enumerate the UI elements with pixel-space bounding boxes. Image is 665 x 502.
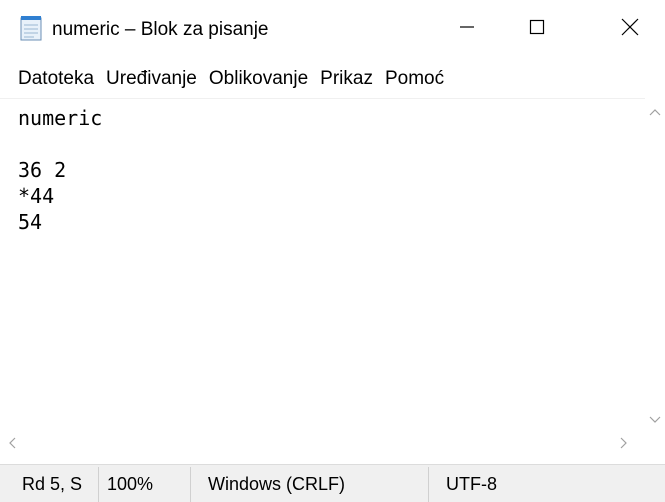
scroll-right-button[interactable] [614, 434, 634, 456]
menu-item-format[interactable]: Oblikovanje [203, 67, 314, 91]
status-bar: Rd 5, S 100% Windows (CRLF) UTF-8 [0, 464, 665, 502]
scroll-left-button[interactable] [2, 434, 22, 456]
chevron-left-icon [8, 436, 16, 454]
scroll-up-button[interactable] [645, 102, 665, 122]
editor-content[interactable]: numeric 36 2 *44 54 [18, 105, 102, 235]
chevron-up-icon [649, 103, 661, 121]
status-divider [98, 467, 99, 502]
chevron-right-icon [620, 436, 628, 454]
status-zoom: 100% [107, 474, 154, 494]
close-icon [621, 18, 639, 41]
close-button[interactable] [595, 0, 665, 58]
window-title: numeric – Blok za pisanje [52, 19, 269, 40]
menu-bar: Datoteka Uređivanje Oblikovanje Prikaz P… [0, 62, 665, 96]
maximize-icon [529, 19, 545, 40]
status-line-ending: Windows (CRLF) [208, 474, 346, 494]
scrollbar-corner [645, 434, 665, 456]
menu-item-edit[interactable]: Uređivanje [100, 67, 203, 91]
chevron-down-icon [649, 411, 661, 429]
notepad-icon [20, 15, 42, 41]
menu-item-help[interactable]: Pomoć [379, 67, 450, 91]
scroll-down-button[interactable] [645, 410, 665, 430]
minimize-icon [459, 19, 475, 40]
vertical-scrollbar[interactable] [645, 98, 665, 434]
minimize-button[interactable] [432, 0, 502, 58]
status-divider [190, 467, 191, 502]
status-encoding: UTF-8 [446, 474, 497, 494]
title-bar: numeric – Blok za pisanje [0, 0, 665, 58]
status-divider [428, 467, 429, 502]
status-cursor-position: Rd 5, S [22, 474, 83, 494]
text-editor[interactable]: numeric 36 2 *44 54 [0, 98, 645, 434]
menu-item-file[interactable]: Datoteka [12, 67, 100, 91]
maximize-button[interactable] [502, 0, 572, 58]
horizontal-scrollbar[interactable] [0, 434, 645, 456]
menu-item-view[interactable]: Prikaz [314, 67, 379, 91]
